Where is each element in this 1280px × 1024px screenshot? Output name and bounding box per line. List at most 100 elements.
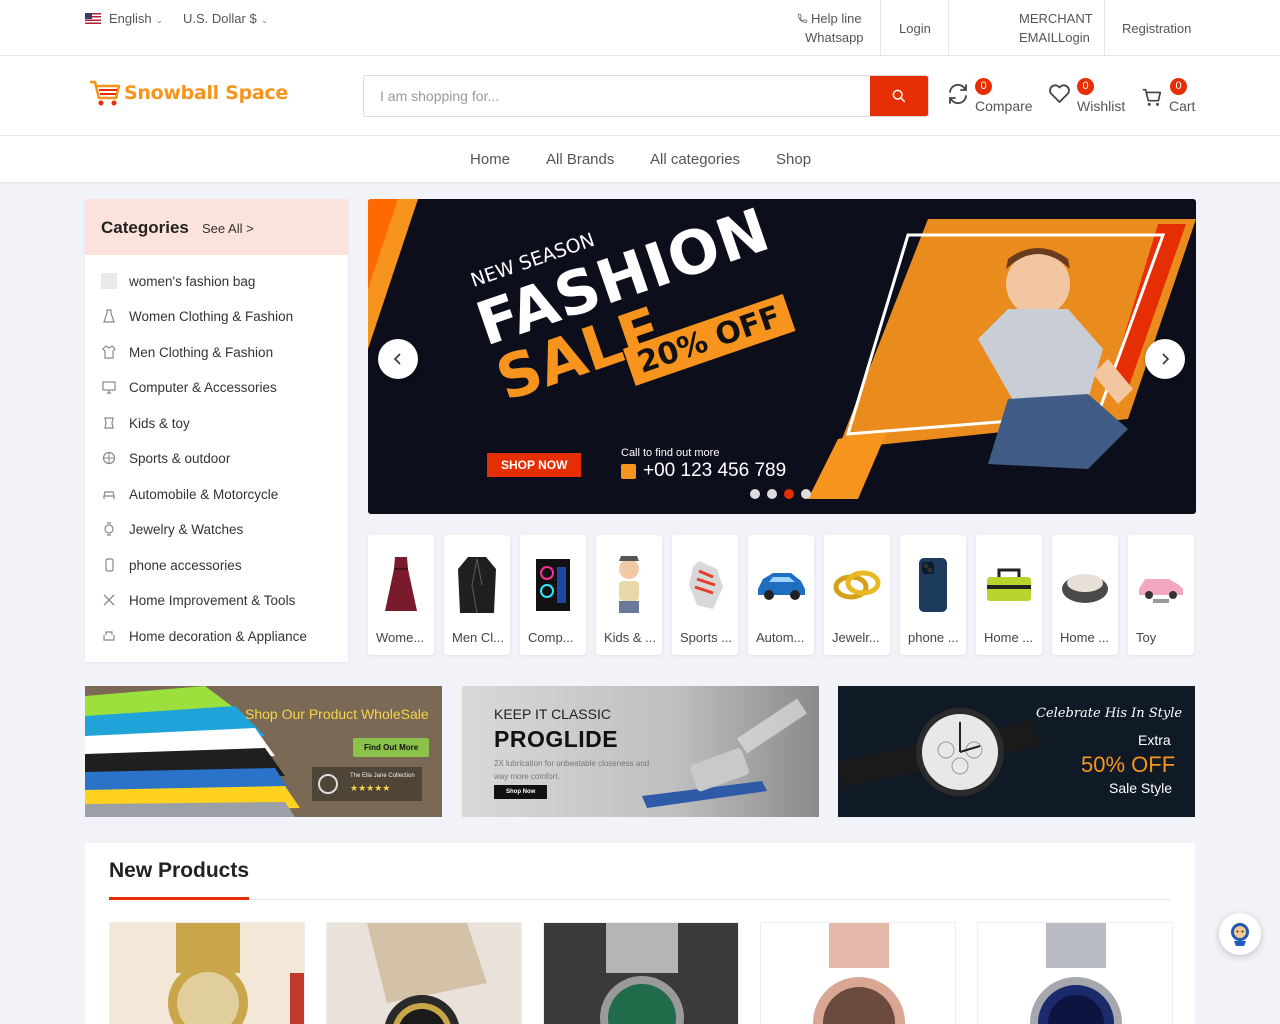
rings-image <box>829 545 885 625</box>
category-item-kids-toy[interactable]: Kids & toy <box>101 411 190 435</box>
carousel-dot[interactable] <box>801 489 811 499</box>
nav-all-categories[interactable]: All categories <box>650 151 740 168</box>
search-button[interactable] <box>870 76 928 116</box>
divider <box>948 0 949 56</box>
product-card[interactable] <box>109 922 305 1024</box>
chevron-down-icon: ⌄ <box>155 15 164 25</box>
carousel-dot-active[interactable] <box>784 489 794 499</box>
category-card-kids[interactable]: Kids & ... <box>596 535 662 655</box>
product-card[interactable] <box>977 922 1173 1024</box>
registration-link[interactable]: Registration <box>1122 21 1191 36</box>
category-card-home-decoration[interactable]: Home ... <box>1052 535 1118 655</box>
categories-header: Categories See All > <box>85 199 348 255</box>
category-card-automobile[interactable]: Autom... <box>748 535 814 655</box>
language-selector[interactable]: English ⌄ <box>85 11 163 26</box>
kid-image <box>601 545 657 625</box>
nav-all-brands[interactable]: All Brands <box>546 151 614 168</box>
see-all-link[interactable]: See All > <box>202 221 254 236</box>
compare-button[interactable]: 0 Compare <box>946 78 1036 118</box>
top-bar: English ⌄ U.S. Dollar $ ⌄ Help line Whatsa… <box>0 0 1280 56</box>
search-input[interactable] <box>364 76 864 116</box>
login-link[interactable]: Login <box>899 21 931 36</box>
wishlist-button[interactable]: 0 Wishlist <box>1047 78 1127 118</box>
banner-shop-now-button[interactable]: SHOP NOW <box>487 453 582 477</box>
category-card-men[interactable]: Men Cl... <box>444 535 510 655</box>
nav-home[interactable]: Home <box>470 151 510 168</box>
help-line-link[interactable]: Help line <box>797 11 862 26</box>
promo-extra-text: Extra <box>1138 732 1171 748</box>
divider <box>1104 0 1105 56</box>
categories-panel: Categories See All > women's fashion bag… <box>85 199 348 662</box>
product-card[interactable] <box>760 922 956 1024</box>
category-card-women[interactable]: Wome... <box>368 535 434 655</box>
category-card-phone[interactable]: phone ... <box>900 535 966 655</box>
category-card-label: phone ... <box>908 630 959 645</box>
carousel-next-button[interactable] <box>1145 339 1185 379</box>
section-title-underline <box>109 897 249 900</box>
sofa-icon <box>101 628 117 644</box>
category-item-computer[interactable]: Computer & Accessories <box>101 375 277 399</box>
promo-banner-wholesale[interactable]: Shop Our Product WholeSale Find Out More… <box>85 686 442 817</box>
category-item-home-improvement[interactable]: Home Improvement & Tools <box>101 588 295 612</box>
category-item-women-clothing[interactable]: Women Clothing & Fashion <box>101 304 293 328</box>
dress-icon <box>101 308 117 324</box>
carousel-prev-button[interactable] <box>378 339 418 379</box>
category-card-toy[interactable]: Toy <box>1128 535 1194 655</box>
category-item-jewelry[interactable]: Jewelry & Watches <box>101 517 243 541</box>
carousel-dot[interactable] <box>767 489 777 499</box>
categories-title: Categories <box>101 218 189 237</box>
category-item-sports[interactable]: Sports & outdoor <box>101 446 230 470</box>
promo-shop-now-button[interactable]: Shop Now <box>494 785 548 799</box>
banner-phone-number: +00 123 456 789 <box>643 460 787 481</box>
diver-watch-image <box>327 923 521 1024</box>
promo-banner-watch[interactable]: Celebrate His In Style Extra 50% OFF Sal… <box>838 686 1195 817</box>
category-card-sports[interactable]: Sports ... <box>672 535 738 655</box>
product-card[interactable] <box>543 922 739 1024</box>
whatsapp-link[interactable]: Whatsapp <box>805 30 864 45</box>
star-rating-icon: ★★★★★ <box>350 783 391 793</box>
cart-button[interactable]: 0 Cart <box>1141 78 1197 118</box>
category-item-home-decoration[interactable]: Home decoration & Appliance <box>101 624 307 648</box>
category-item-men-clothing[interactable]: Men Clothing & Fashion <box>101 340 273 364</box>
category-card-computer[interactable]: Comp... <box>520 535 586 655</box>
tools-icon <box>101 592 117 608</box>
promo-brand-box: The Ella Jane Collection ★★★★★ <box>312 767 422 801</box>
product-card[interactable] <box>326 922 522 1024</box>
cart-label: Cart <box>1169 98 1196 114</box>
promo-find-out-more-button[interactable]: Find Out More <box>353 738 430 757</box>
blazer-image <box>449 545 505 625</box>
category-card-label: Sports ... <box>680 630 733 645</box>
merchant-label[interactable]: MERCHANT <box>1019 11 1093 26</box>
divider <box>880 0 881 56</box>
chat-support-button[interactable] <box>1219 913 1261 955</box>
promo-proglide-title: PROGLIDE <box>494 726 619 752</box>
category-item-womens-fashion-bag[interactable]: women's fashion bag <box>101 269 255 293</box>
site-logo[interactable]: Snowball Space <box>88 78 288 108</box>
category-label: Home decoration & Appliance <box>129 628 307 644</box>
promo-celebrate-text: Celebrate His In Style <box>1036 706 1183 721</box>
phone-image <box>905 545 961 625</box>
carousel-dot[interactable] <box>750 489 760 499</box>
currency-selector[interactable]: U.S. Dollar $ ⌄ <box>183 11 268 26</box>
hero-banner-carousel[interactable]: NEW SEASON FASHION SALE 20% OFF SHOP NOW… <box>368 199 1196 514</box>
carousel-dots <box>750 489 811 499</box>
category-label: Men Clothing & Fashion <box>129 344 274 360</box>
brand-logo-icon <box>318 774 338 794</box>
car-image <box>753 545 809 625</box>
blue-submariner-image <box>978 923 1172 1024</box>
category-card-label: Toy <box>1136 630 1157 645</box>
promo-banner-proglide[interactable]: KEEP IT CLASSIC PROGLIDE 2X lubrication … <box>462 686 819 817</box>
help-line-label: Help line <box>811 11 862 26</box>
currency-label: U.S. Dollar $ <box>183 11 257 26</box>
category-card-jewelry[interactable]: Jewelr... <box>824 535 890 655</box>
cart-icon <box>1142 88 1162 106</box>
category-item-phone-accessories[interactable]: phone accessories <box>101 553 242 577</box>
promo-keep-classic: KEEP IT CLASSIC <box>494 706 611 722</box>
email-login-link[interactable]: EMAILLogin <box>1019 30 1090 45</box>
pet-bed-image <box>1057 545 1113 625</box>
nav-shop[interactable]: Shop <box>776 151 811 168</box>
category-item-automobile[interactable]: Automobile & Motorcycle <box>101 482 278 506</box>
wishlist-label: Wishlist <box>1077 98 1126 114</box>
category-card-label: Autom... <box>756 630 805 645</box>
category-card-home-improvement[interactable]: Home ... <box>976 535 1042 655</box>
